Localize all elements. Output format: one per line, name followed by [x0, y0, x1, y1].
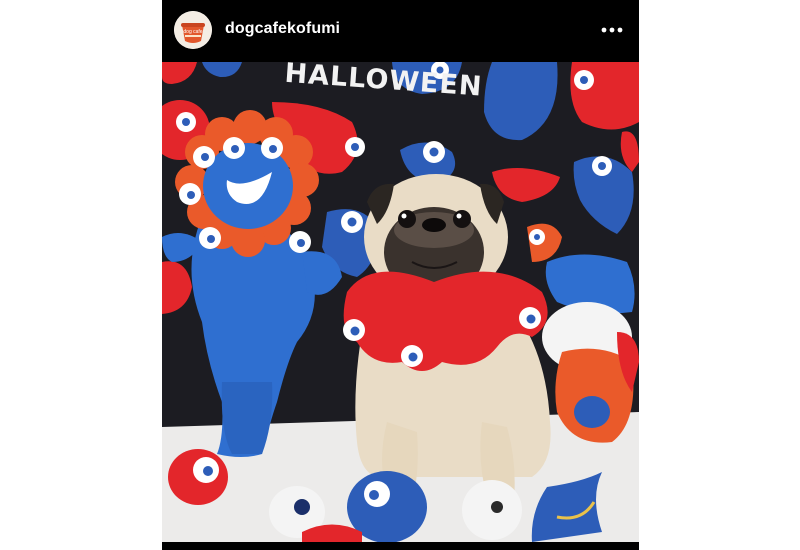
post-bottom-bar — [162, 542, 639, 550]
instagram-post: dog cafe dogcafekofumi HALLOWEEN — [162, 0, 639, 550]
avatar[interactable]: dog cafe — [174, 11, 212, 49]
post-photo[interactable]: HALLOWEEN — [162, 62, 639, 542]
post-header: dog cafe dogcafekofumi — [162, 0, 639, 62]
cafe-logo-icon: dog cafe — [174, 11, 212, 49]
username[interactable]: dogcafekofumi — [225, 20, 340, 38]
more-options-icon — [601, 27, 623, 33]
more-options-button[interactable] — [599, 18, 625, 42]
svg-text:dog cafe: dog cafe — [183, 29, 202, 35]
pug-halloween-photo: HALLOWEEN — [162, 62, 639, 542]
